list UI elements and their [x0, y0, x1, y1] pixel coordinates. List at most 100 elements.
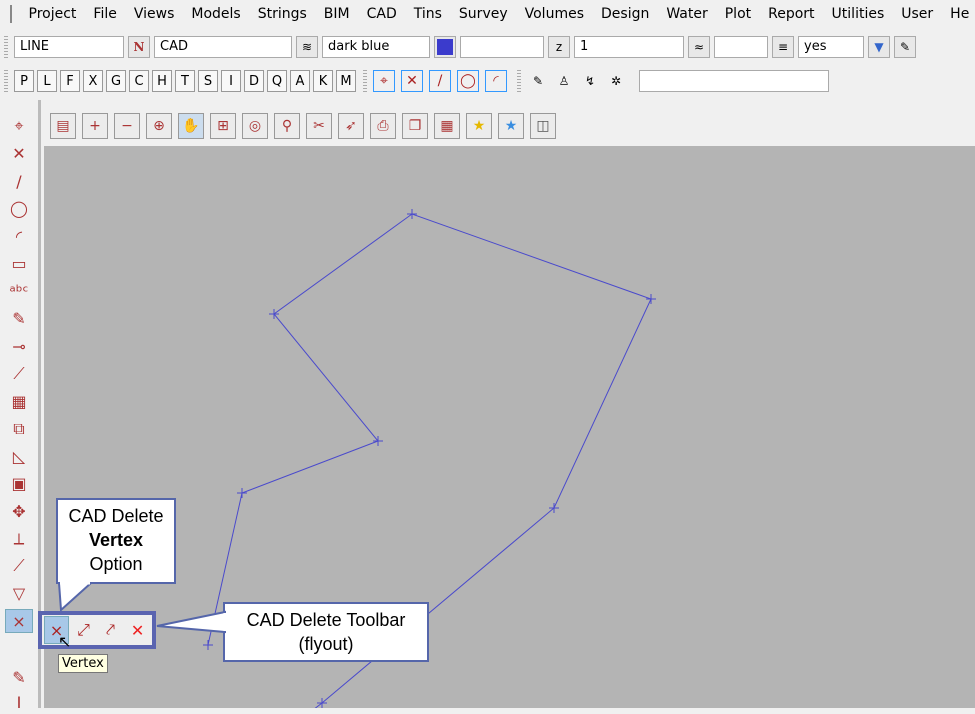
snap-line-icon[interactable]: /	[429, 70, 451, 92]
eyedropper-icon[interactable]: ✎	[894, 36, 916, 58]
colour-field[interactable]: dark blue	[322, 36, 430, 58]
rotate-icon[interactable]: ⟂	[5, 527, 33, 551]
table-icon[interactable]: ▦	[5, 389, 33, 413]
snap-filter-k[interactable]: K	[313, 70, 333, 92]
menu-survey[interactable]: Survey	[450, 6, 516, 22]
toolbar-grip[interactable]	[517, 70, 521, 92]
draw-icon[interactable]: ✎	[527, 70, 549, 92]
vertex-marker[interactable]	[646, 294, 656, 304]
zoom-window-icon[interactable]: ⊞	[210, 113, 236, 139]
vertex-marker[interactable]	[237, 488, 247, 498]
point-icon[interactable]: ⌖	[5, 114, 33, 138]
snap-filter-i[interactable]: I	[221, 70, 241, 92]
snap-filter-l[interactable]: L	[37, 70, 57, 92]
snap-filter-x[interactable]: X	[83, 70, 103, 92]
layers-icon[interactable]: ≋	[296, 36, 318, 58]
favourite-icon[interactable]: ★	[466, 113, 492, 139]
string-tools-icon[interactable]: ✲	[605, 70, 627, 92]
favourite-blue-icon[interactable]: ★	[498, 113, 524, 139]
command-field[interactable]	[639, 70, 829, 92]
image-icon[interactable]: ▣	[5, 472, 33, 496]
zoom-extent-icon[interactable]: ◎	[242, 113, 268, 139]
menu-volumes[interactable]: Volumes	[516, 6, 592, 22]
draw-string-icon[interactable]: ✎	[5, 665, 33, 689]
weight-icon[interactable]: ≡	[772, 36, 794, 58]
offset-icon[interactable]: ⊸	[5, 334, 33, 358]
menu-strings[interactable]: Strings	[249, 6, 315, 22]
rectangle-icon[interactable]: ▭	[5, 252, 33, 276]
linestyle-field[interactable]: yes	[798, 36, 864, 58]
snap-filter-t[interactable]: T	[175, 70, 195, 92]
delete-segments-button[interactable]: ⤤	[98, 616, 123, 644]
menu-bim[interactable]: BIM	[315, 6, 358, 22]
menu-plot[interactable]: Plot	[716, 6, 759, 22]
vertex-marker[interactable]	[203, 640, 213, 650]
snap-filter-f[interactable]: F	[60, 70, 80, 92]
snap-filter-m[interactable]: M	[336, 70, 356, 92]
text-icon[interactable]: ᵃᵇᶜ	[5, 279, 33, 303]
menu-user[interactable]: User	[893, 6, 942, 22]
snap-filter-p[interactable]: P	[14, 70, 34, 92]
info-icon[interactable]: I	[5, 690, 33, 714]
field-empty-2[interactable]	[714, 36, 768, 58]
menu-file[interactable]: File	[85, 6, 125, 22]
menu-project[interactable]: Project	[20, 6, 85, 22]
tools-icon[interactable]: ✂	[306, 113, 332, 139]
toolbar-grip[interactable]	[4, 70, 8, 92]
view-icon[interactable]: ▤	[50, 113, 76, 139]
naming-icon[interactable]: N	[128, 36, 150, 58]
string-icon[interactable]: ♙	[553, 70, 575, 92]
toolbar-grip[interactable]	[363, 70, 367, 92]
zoom-out-icon[interactable]: −	[114, 113, 140, 139]
pan-icon[interactable]: ✋	[178, 113, 204, 139]
colour-swatch-button[interactable]	[434, 36, 456, 58]
delete-string-button[interactable]: ✕	[125, 616, 150, 644]
snap-filter-h[interactable]: H	[152, 70, 172, 92]
menu-views[interactable]: Views	[125, 6, 183, 22]
vertex-marker[interactable]	[407, 209, 417, 219]
menu-tins[interactable]: Tins	[405, 6, 450, 22]
intersect-icon[interactable]: ✕	[5, 142, 33, 166]
snap-filter-c[interactable]: C	[129, 70, 149, 92]
field-empty[interactable]	[460, 36, 544, 58]
menu-cad[interactable]: CAD	[358, 6, 405, 22]
snap-intersect-icon[interactable]: ✕	[401, 70, 423, 92]
snap-filter-d[interactable]: D	[244, 70, 264, 92]
dropdown-icon[interactable]: ▼	[868, 36, 890, 58]
polygon-icon[interactable]: ▽	[5, 582, 33, 606]
insert-icon[interactable]: ⧉	[5, 417, 33, 441]
snap-filter-s[interactable]: S	[198, 70, 218, 92]
colour-line-icon[interactable]: ⟋	[5, 554, 33, 578]
snap-filter-a[interactable]: A	[290, 70, 310, 92]
model-field[interactable]: CAD	[154, 36, 292, 58]
cad-delete-icon[interactable]: ×	[5, 609, 33, 633]
find-icon[interactable]: ⚲	[274, 113, 300, 139]
zoom-icon[interactable]: ⊕	[146, 113, 172, 139]
menu-utilities[interactable]: Utilities	[823, 6, 893, 22]
snap-arc-icon[interactable]: ◜	[485, 70, 507, 92]
edit-string-icon[interactable]: ↯	[579, 70, 601, 92]
snap-filter-g[interactable]: G	[106, 70, 126, 92]
windows-icon[interactable]: ❐	[402, 113, 428, 139]
menu-report[interactable]: Report	[760, 6, 823, 22]
snap-point-icon[interactable]: ⌖	[373, 70, 395, 92]
measure-icon[interactable]: ⟋	[5, 362, 33, 386]
shape-icon[interactable]: ◺	[5, 444, 33, 468]
menu-he[interactable]: He	[942, 6, 975, 22]
menu-water[interactable]: Water	[658, 6, 716, 22]
grid-icon[interactable]: ▦	[434, 113, 460, 139]
paint-icon[interactable]: ✎	[5, 307, 33, 331]
delete-segment-button[interactable]: ⤢	[71, 616, 96, 644]
panel-icon[interactable]: ◫	[530, 113, 556, 139]
z-value-icon[interactable]: z	[548, 36, 570, 58]
toolbar-grip[interactable]	[4, 36, 8, 58]
arc-icon[interactable]: ◜	[5, 224, 33, 248]
linestyle-icon[interactable]: ≈	[688, 36, 710, 58]
line-icon[interactable]: /	[5, 169, 33, 193]
menu-design[interactable]: Design	[593, 6, 658, 22]
snap-circle-icon[interactable]: ◯	[457, 70, 479, 92]
menu-models[interactable]: Models	[183, 6, 249, 22]
print-icon[interactable]: ⎙	[370, 113, 396, 139]
zoom-in-icon[interactable]: +	[82, 113, 108, 139]
snap-filter-q[interactable]: Q	[267, 70, 287, 92]
